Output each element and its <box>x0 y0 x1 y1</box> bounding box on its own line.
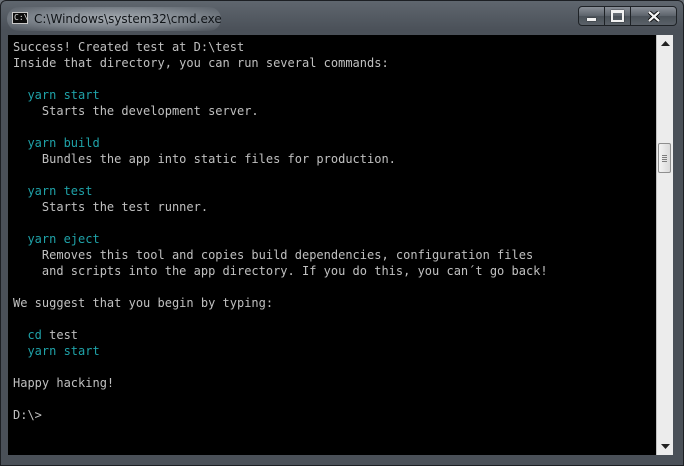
scroll-down-button[interactable] <box>657 438 673 455</box>
console-line: Inside that directory, you can run sever… <box>13 56 389 70</box>
cmd-window: C:\ C:\Windows\system32\cmd.exe Success!… <box>0 0 684 466</box>
thumb-grip <box>662 161 667 162</box>
console-line: yarn build <box>13 136 100 150</box>
console-line: Starts the test runner. <box>13 200 209 214</box>
console-line: Happy hacking! <box>13 376 115 390</box>
console-line: Bundles the app into static files for pr… <box>13 152 396 166</box>
console-line: Removes this tool and copies build depen… <box>13 248 534 262</box>
console-line: We suggest that you begin by typing: <box>13 296 274 310</box>
console-line: Starts the development server. <box>13 104 259 118</box>
close-icon <box>647 10 660 22</box>
thumb-grip <box>662 155 667 156</box>
console-line: cd test <box>13 327 548 343</box>
console-text-segment: cd <box>13 328 42 342</box>
console-line: yarn test <box>13 184 93 198</box>
console-line: yarn eject <box>13 232 100 246</box>
console-output[interactable]: Success! Created test at D:\test Inside t… <box>8 35 656 455</box>
console-line: yarn start <box>13 344 100 358</box>
close-button[interactable] <box>631 6 677 26</box>
thumb-grip <box>662 157 667 158</box>
console-line: yarn start <box>13 88 100 102</box>
arrow-up-icon <box>660 41 670 46</box>
window-title: C:\Windows\system32\cmd.exe <box>34 12 222 26</box>
console-text-segment: test <box>41 328 79 342</box>
caption-buttons <box>578 6 677 26</box>
maximize-button[interactable] <box>605 6 631 26</box>
console-icon-glyph: C:\ <box>14 13 29 22</box>
thumb-grip <box>662 159 667 160</box>
scroll-thumb[interactable] <box>658 143 671 173</box>
console-icon[interactable]: C:\ <box>12 12 28 24</box>
arrow-down-icon <box>660 444 670 449</box>
console-lines: Success! Created test at D:\test Inside t… <box>13 39 548 423</box>
minimize-icon <box>587 17 596 21</box>
console-line: D:\> <box>13 408 42 422</box>
console-line: Success! Created test at D:\test <box>13 40 245 54</box>
maximize-icon <box>611 10 624 22</box>
title-bar[interactable]: C:\ C:\Windows\system32\cmd.exe <box>1 1 683 35</box>
vertical-scrollbar[interactable] <box>656 35 673 455</box>
console-line: and scripts into the app directory. If y… <box>13 264 548 278</box>
minimize-button[interactable] <box>578 6 605 26</box>
scroll-up-button[interactable] <box>657 35 673 52</box>
